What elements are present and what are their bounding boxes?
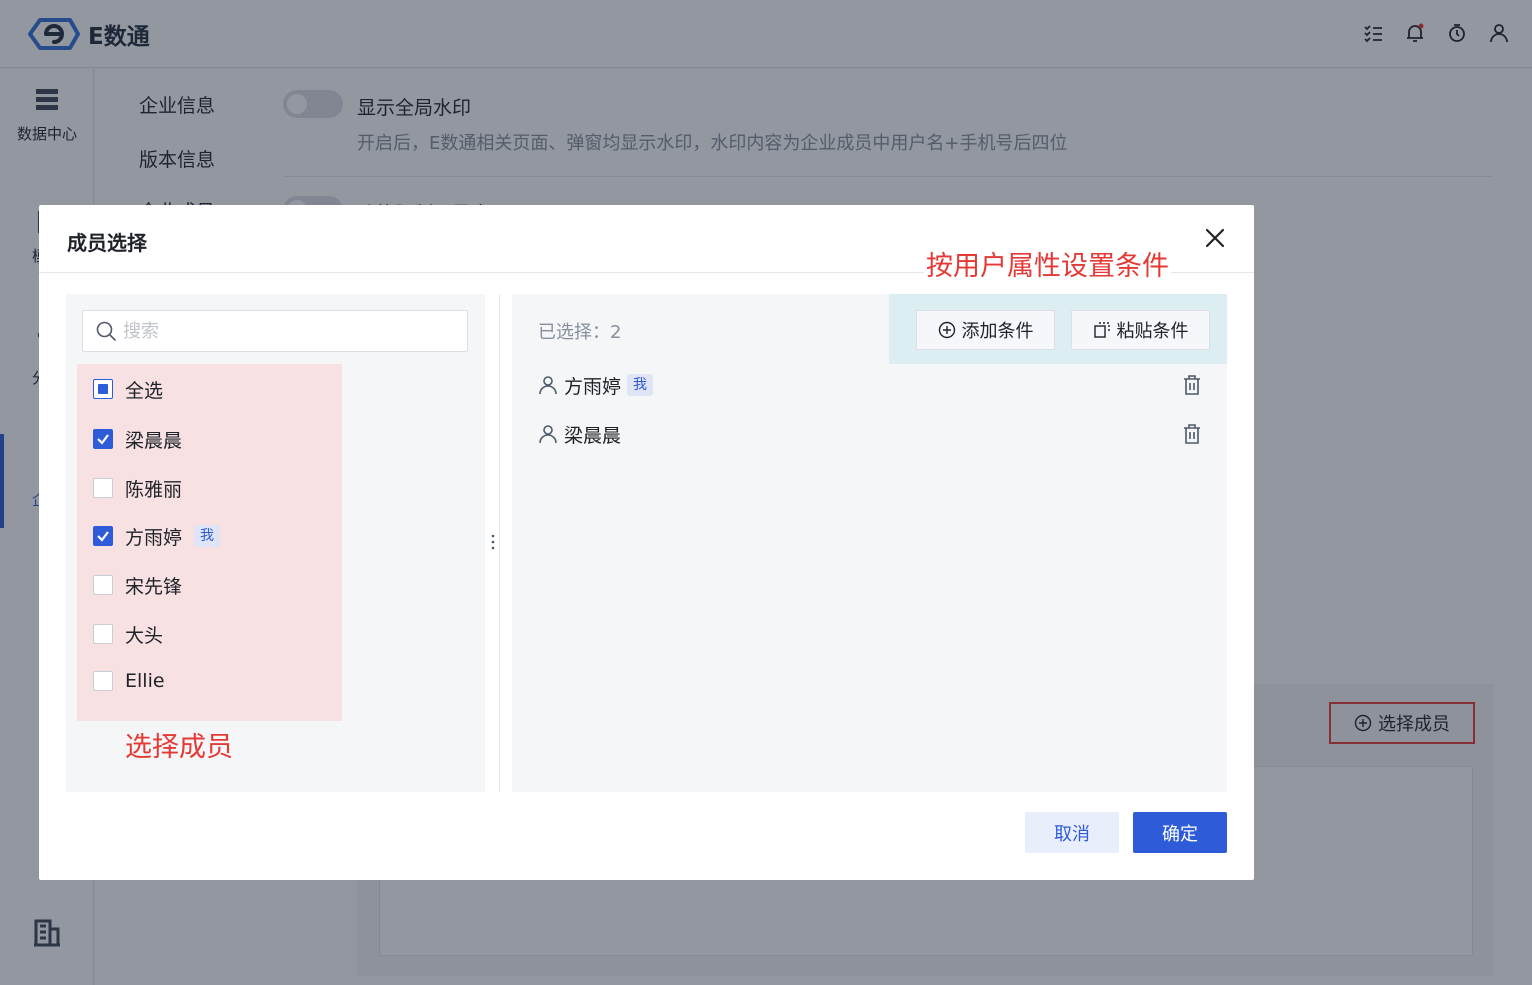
member-row[interactable]: 宋先锋 — [93, 570, 182, 600]
confirm-button[interactable]: 确定 — [1133, 812, 1227, 853]
search-input[interactable] — [123, 317, 453, 345]
cancel-button[interactable]: 取消 — [1025, 812, 1119, 853]
checkbox-indeterminate[interactable] — [93, 379, 113, 399]
checkbox-unchecked[interactable] — [93, 478, 113, 498]
selected-count: 已选择：2 — [538, 322, 622, 343]
search-icon — [96, 321, 116, 341]
paste-condition-label: 粘贴条件 — [1116, 321, 1189, 342]
check-icon — [97, 434, 109, 445]
annotation-select-member: 选择成员 — [125, 732, 233, 763]
paste-icon — [1093, 322, 1110, 338]
member-name: 宋先锋 — [125, 575, 183, 598]
add-condition-label: 添加条件 — [961, 321, 1034, 342]
checkbox-unchecked[interactable] — [93, 624, 113, 644]
me-badge: 我 — [627, 374, 654, 396]
selected-member-row: 梁晨晨 — [538, 419, 1203, 449]
close-icon[interactable] — [1202, 225, 1228, 251]
add-condition-button[interactable]: 添加条件 — [916, 310, 1055, 350]
member-row[interactable]: 方雨婷 我 — [93, 521, 221, 551]
member-checklist-highlight: 全选 梁晨晨 陈雅丽 方雨婷 我 宋先锋 大头 Ellie — [77, 364, 342, 721]
member-name: 大头 — [125, 624, 164, 647]
me-badge: 我 — [194, 525, 221, 547]
member-list-panel: 全选 梁晨晨 陈雅丽 方雨婷 我 宋先锋 — [66, 294, 485, 792]
trash-icon[interactable] — [1181, 423, 1203, 445]
member-name: Ellie — [125, 670, 165, 692]
plus-circle-icon — [938, 321, 955, 339]
check-icon — [97, 531, 109, 542]
selected-panel: 已选择：2 添加条件 粘贴条件 方雨婷 我 梁晨晨 — [512, 294, 1227, 792]
member-select-dialog: 成员选择 全选 梁晨晨 陈雅丽 — [39, 205, 1254, 880]
selected-member-name: 梁晨晨 — [564, 424, 622, 447]
checkbox-checked[interactable] — [93, 526, 113, 546]
paste-condition-button[interactable]: 粘贴条件 — [1071, 310, 1210, 350]
member-row[interactable]: 梁晨晨 — [93, 424, 182, 454]
select-all-checkbox[interactable]: 全选 — [93, 374, 163, 404]
member-name: 方雨婷 — [125, 526, 183, 549]
condition-buttons-highlight: 添加条件 粘贴条件 — [889, 294, 1227, 364]
checkbox-checked[interactable] — [93, 429, 113, 449]
checkbox-unchecked[interactable] — [93, 671, 113, 691]
select-all-label: 全选 — [125, 379, 164, 402]
annotation-condition: 按用户属性设置条件 — [924, 249, 1171, 285]
drag-handle-icon[interactable] — [490, 532, 496, 552]
selected-member-name: 方雨婷 — [564, 375, 622, 398]
search-box[interactable] — [82, 310, 468, 352]
user-icon — [539, 425, 557, 444]
trash-icon[interactable] — [1181, 374, 1203, 396]
member-name: 陈雅丽 — [125, 478, 183, 501]
selected-member-row: 方雨婷 我 — [538, 370, 1203, 400]
member-name: 梁晨晨 — [125, 429, 183, 452]
member-row[interactable]: 大头 — [93, 619, 163, 649]
member-row[interactable]: 陈雅丽 — [93, 473, 182, 503]
member-row[interactable]: Ellie — [93, 666, 165, 696]
checkbox-unchecked[interactable] — [93, 575, 113, 595]
panel-splitter[interactable] — [499, 294, 500, 792]
user-icon — [539, 376, 557, 395]
dialog-title: 成员选择 — [67, 231, 147, 255]
